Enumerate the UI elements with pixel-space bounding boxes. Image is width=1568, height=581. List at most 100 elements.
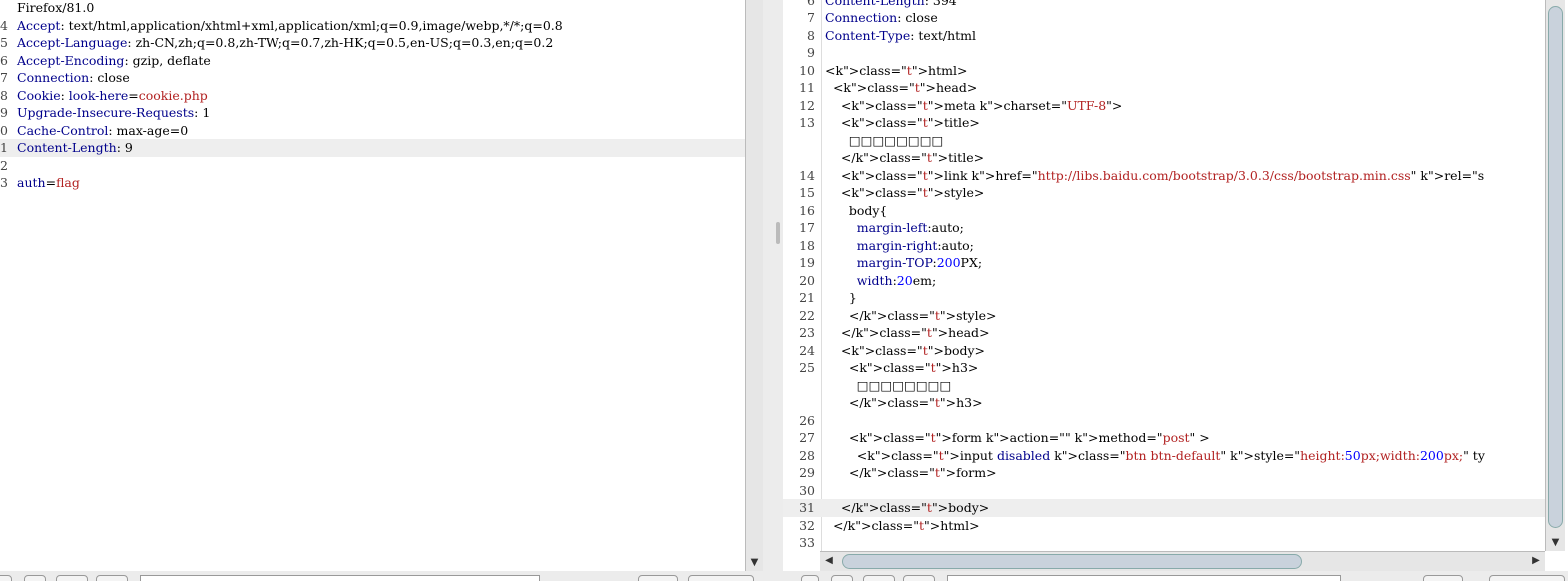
- response-line: 30: [783, 482, 1545, 500]
- line-number: 23: [799, 325, 815, 340]
- line-number: 21: [799, 290, 815, 305]
- response-line: 19 margin-TOP:200PX;: [783, 254, 1545, 272]
- response-search-bar: [783, 571, 1568, 581]
- line-number: 16: [799, 202, 815, 218]
- header-value: zh-CN,zh;q=0.8,zh-TW;q=0.7,zh-HK;q=0.5,e…: [135, 35, 554, 50]
- response-line: 12 <k">class="t">meta k">charset="UTF-8"…: [783, 97, 1545, 115]
- code-text: □□□□□□□□: [825, 377, 952, 393]
- search-input[interactable]: [947, 575, 1341, 581]
- response-line: 6 Content-Length: 394: [783, 0, 1545, 9]
- header-value: gzip, deflate: [132, 52, 211, 68]
- response-vertical-scrollbar[interactable]: ▼: [1545, 0, 1565, 551]
- splitter-grip-icon[interactable]: [776, 222, 780, 244]
- request-vertical-scrollbar[interactable]: ▼: [745, 0, 763, 571]
- header-value: 1: [202, 105, 211, 120]
- response-line: 22 </k">class="t">style>: [783, 307, 1545, 325]
- response-line: 13 <k">class="t">title>: [783, 114, 1545, 132]
- clear-button[interactable]: [688, 575, 754, 581]
- line-number: 30: [799, 482, 815, 498]
- param-value: flag: [56, 175, 80, 190]
- response-line: 17 margin-left:auto;: [783, 219, 1545, 237]
- scroll-thumb[interactable]: [842, 554, 1302, 569]
- request-search-bar: [0, 571, 763, 581]
- code-text: <k">class="t">body>: [825, 342, 986, 358]
- header-value: text/html: [918, 27, 977, 43]
- help-button[interactable]: [0, 575, 12, 581]
- response-line: 11 <k">class="t">head>: [783, 79, 1545, 97]
- line-number: 11: [799, 80, 815, 95]
- scroll-right-icon[interactable]: ▶: [1529, 553, 1543, 569]
- line-number: 12: [799, 97, 815, 113]
- header-value: max-age=0: [116, 122, 189, 138]
- line-number: 24: [799, 342, 815, 358]
- code-text: <k">class="t">head>: [825, 80, 978, 95]
- help-button[interactable]: [801, 575, 819, 581]
- line-number: 28: [799, 447, 815, 463]
- request-line: 0 Cache-Control: max-age=0: [0, 122, 189, 138]
- header-key: Accept-Language: [17, 35, 128, 50]
- response-line: 7 Connection: close: [783, 9, 1545, 27]
- line-number: 27: [799, 430, 815, 445]
- request-line-current: 1 Content-Length: 9: [0, 139, 745, 157]
- response-line: □□□□□□□□: [783, 132, 1545, 150]
- header-key: Accept: [17, 17, 61, 33]
- code-text: Content-Length: 394: [825, 0, 957, 8]
- response-line: 33: [783, 534, 1545, 551]
- prev-match-button[interactable]: [56, 575, 88, 581]
- header-key: Content-Length: [17, 140, 117, 155]
- code-text: width:20em;: [856, 272, 937, 288]
- clear-button[interactable]: [1489, 575, 1565, 581]
- header-key: Connection: [825, 10, 898, 25]
- prev-match-button[interactable]: [863, 575, 895, 581]
- line-number: 15: [799, 185, 815, 200]
- settings-button[interactable]: [831, 575, 853, 581]
- scroll-thumb[interactable]: [1548, 6, 1563, 528]
- line-number: 6: [807, 0, 815, 8]
- header-key: Cookie: [17, 87, 61, 103]
- response-line: 15 <k">class="t">style>: [783, 184, 1545, 202]
- line-number: 22: [799, 307, 815, 323]
- line-number: 13: [799, 115, 815, 130]
- line-number: 17: [799, 220, 815, 235]
- matches-button[interactable]: [638, 575, 678, 581]
- response-line: 8 Content-Type: text/html: [783, 27, 1545, 45]
- code-text: margin-left:auto;: [856, 220, 964, 235]
- code-text: </k">class="t">html>: [825, 517, 980, 533]
- request-body-line: 3 auth=flag: [0, 175, 80, 190]
- scroll-left-icon[interactable]: ◀: [822, 553, 836, 569]
- next-match-button[interactable]: [96, 575, 128, 581]
- line-number: 33: [799, 535, 815, 550]
- response-line: 29 </k">class="t">form>: [783, 464, 1545, 482]
- scroll-down-icon[interactable]: ▼: [746, 555, 763, 571]
- request-line: 9 Upgrade-Insecure-Requests: 1: [0, 105, 211, 120]
- scroll-down-icon[interactable]: ▼: [1546, 535, 1565, 551]
- request-line: Firefox/81.0: [0, 0, 745, 17]
- request-editor[interactable]: Firefox/81.0 4 Accept: text/html,applica…: [0, 0, 745, 571]
- header-value: text/html,application/xhtml+xml,applicat…: [68, 17, 563, 33]
- header-key: Cache-Control: [17, 122, 109, 138]
- code-text: </k">class="t">h3>: [825, 395, 983, 410]
- line-number: 9: [807, 45, 815, 60]
- response-horizontal-scrollbar[interactable]: ◀ ▶: [820, 551, 1545, 571]
- code-text: <k">class="t">link k">href="http://libs.…: [825, 167, 1485, 183]
- code-text: </k">class="t">body>: [825, 500, 990, 515]
- response-line: 16 body{: [783, 202, 1545, 220]
- response-line: 18 margin-right:auto;: [783, 237, 1545, 255]
- response-line: </k">class="t">title>: [783, 149, 1545, 167]
- line-number: 20: [799, 272, 815, 288]
- pane-splitter[interactable]: [763, 0, 783, 581]
- response-viewer[interactable]: 6 Content-Length: 394 7 Connection: close 8 C…: [783, 0, 1545, 551]
- next-match-button[interactable]: [903, 575, 935, 581]
- request-line: 6 Accept-Encoding: gzip, deflate: [0, 52, 211, 68]
- search-input[interactable]: [140, 575, 540, 581]
- line-number: 29: [799, 465, 815, 480]
- line-number: 31: [799, 500, 815, 515]
- line-number: 18: [799, 237, 815, 253]
- header-value: close: [905, 10, 938, 25]
- settings-button[interactable]: [24, 575, 46, 581]
- matches-button[interactable]: [1423, 575, 1463, 581]
- code-text: <k">class="t">title>: [825, 115, 980, 130]
- code-text: body{: [825, 202, 888, 218]
- request-line: 4 Accept: text/html,application/xhtml+xm…: [0, 17, 563, 33]
- code-text: margin-TOP:200PX;: [856, 255, 983, 270]
